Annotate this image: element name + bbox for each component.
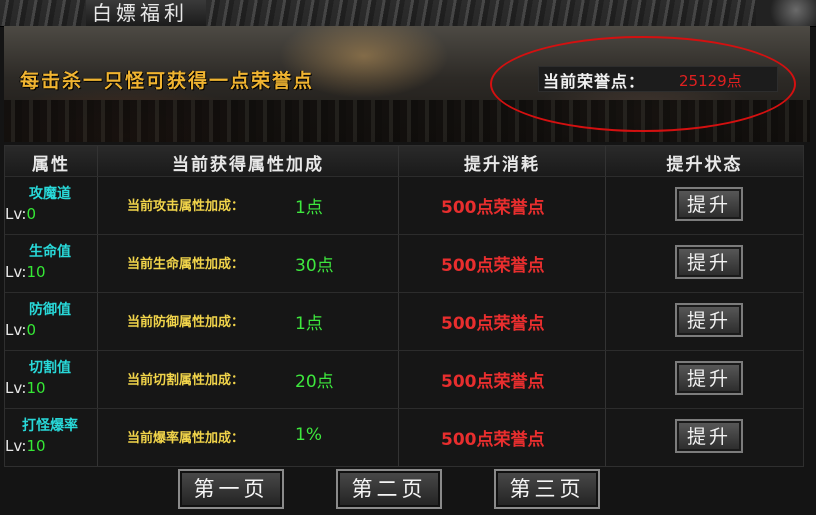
- table-header: 属性 当前获得属性加成 提升消耗 提升状态: [5, 146, 803, 177]
- header-cost: 提升消耗: [464, 155, 540, 175]
- honor-value: 25129点: [679, 72, 742, 90]
- bonus-label: 当前爆率属性加成：: [127, 431, 245, 446]
- attr-level: Lv:10: [5, 437, 46, 455]
- upgrade-cost: 500点荣誉点: [441, 198, 545, 218]
- bonus-label: 当前攻击属性加成：: [127, 199, 245, 214]
- table-row: 防御值 Lv:0 当前防御属性加成： 1点 500点荣誉点 提升: [5, 292, 803, 351]
- title-bar: 白嫖福利: [0, 0, 816, 27]
- attr-name: 生命值: [29, 244, 71, 260]
- upgrade-button[interactable]: 提升: [675, 361, 743, 395]
- upgrade-button[interactable]: 提升: [675, 245, 743, 279]
- banner: 每击杀一只怪可获得一点荣誉点 当前荣誉点： 25129点: [4, 26, 810, 142]
- window-title: 白嫖福利: [92, 1, 188, 25]
- page-one-button[interactable]: 第一页: [178, 469, 284, 509]
- table-row: 攻魔道 Lv:0 当前攻击属性加成： 1点 500点荣誉点 提升: [5, 176, 803, 235]
- attr-name: 攻魔道: [29, 186, 71, 202]
- title-ornament-right: [206, 0, 766, 26]
- bonus-value: 1点: [295, 314, 323, 334]
- lv-prefix: Lv:: [5, 205, 27, 223]
- attr-name: 打怪爆率: [22, 418, 78, 434]
- upgrade-button[interactable]: 提升: [675, 303, 743, 337]
- upgrade-button[interactable]: 提升: [675, 419, 743, 453]
- upgrade-button[interactable]: 提升: [675, 187, 743, 221]
- attr-level: Lv:0: [5, 205, 36, 223]
- title-ornament-left: [0, 0, 86, 26]
- lv-value: 10: [26, 263, 46, 281]
- bonus-label: 当前生命属性加成：: [127, 257, 245, 272]
- lv-value: 10: [26, 437, 46, 455]
- header-status: 提升状态: [666, 155, 743, 175]
- upgrade-cost: 500点荣誉点: [441, 256, 545, 276]
- attr-level: Lv:10: [5, 379, 46, 397]
- bonus-value: 1%: [295, 425, 322, 445]
- welfare-panel: 白嫖福利 每击杀一只怪可获得一点荣誉点 当前荣誉点： 25129点 属性 当前获…: [0, 0, 816, 515]
- upgrade-cost: 500点荣誉点: [441, 430, 545, 450]
- table-row: 打怪爆率 Lv:10 当前爆率属性加成： 1% 500点荣誉点 提升: [5, 408, 803, 467]
- page-two-button[interactable]: 第二页: [336, 469, 442, 509]
- attr-level: Lv:0: [5, 321, 36, 339]
- bonus-value: 30点: [295, 256, 334, 276]
- corner-ornament-icon: [756, 0, 816, 26]
- table-row: 切割值 Lv:10 当前切割属性加成： 20点 500点荣誉点 提升: [5, 350, 803, 409]
- honor-label: 当前荣誉点：: [543, 72, 646, 91]
- table-row: 生命值 Lv:10 当前生命属性加成： 30点 500点荣誉点 提升: [5, 234, 803, 293]
- bonus-label: 当前防御属性加成：: [127, 315, 245, 330]
- lv-prefix: Lv:: [5, 379, 27, 397]
- lv-prefix: Lv:: [5, 263, 27, 281]
- header-attr: 属性: [32, 155, 70, 175]
- attr-level: Lv:10: [5, 263, 46, 281]
- upgrade-cost: 500点荣誉点: [441, 372, 545, 392]
- upgrade-cost: 500点荣誉点: [441, 314, 545, 334]
- honor-points-display: 当前荣誉点： 25129点: [538, 66, 778, 92]
- attr-name: 防御值: [29, 302, 71, 318]
- lv-value: 10: [26, 379, 46, 397]
- lv-value: 0: [26, 321, 37, 339]
- page-three-button[interactable]: 第三页: [494, 469, 600, 509]
- bonus-label: 当前切割属性加成：: [127, 373, 245, 388]
- bonus-value: 20点: [295, 372, 334, 392]
- attr-name: 切割值: [29, 360, 71, 376]
- bonus-value: 1点: [295, 198, 323, 218]
- header-bonus: 当前获得属性加成: [172, 155, 324, 175]
- lv-prefix: Lv:: [5, 437, 27, 455]
- banner-message: 每击杀一只怪可获得一点荣誉点: [20, 70, 315, 92]
- lv-value: 0: [26, 205, 37, 223]
- lv-prefix: Lv:: [5, 321, 27, 339]
- attribute-table: 属性 当前获得属性加成 提升消耗 提升状态 攻魔道 Lv:0 当前攻击属性加成：…: [4, 145, 804, 467]
